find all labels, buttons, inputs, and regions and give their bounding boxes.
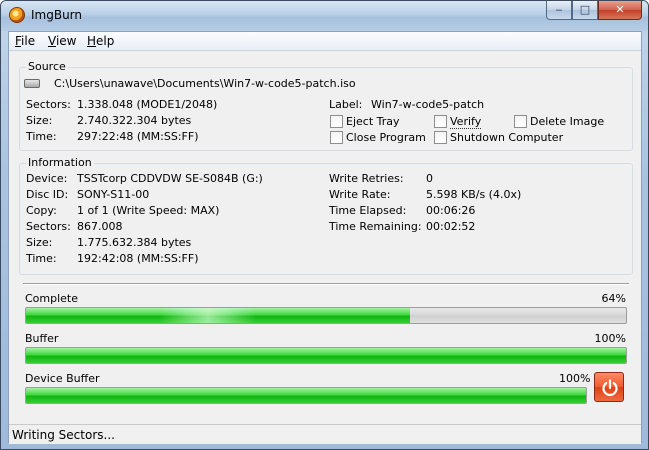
source-sectors-value: 1.338.048 (MODE1/2048) (77, 98, 218, 111)
close-program-checkbox[interactable] (330, 131, 343, 144)
imgburn-icon[interactable] (9, 7, 25, 23)
imgburn-window: ImgBurn ‒ □ ✕ File View Help Source C:\U… (0, 0, 649, 450)
client-area: File View Help Source C:\Users\unawave\D… (8, 31, 642, 444)
close-button[interactable]: ✕ (598, 1, 642, 20)
source-group-title: Source (26, 60, 68, 73)
disc-id-label: Disc ID: (26, 188, 69, 201)
shutdown-computer-label[interactable]: Shutdown Computer (450, 131, 563, 144)
time-remaining-value: 00:02:52 (426, 220, 476, 233)
info-time-label: Time: (26, 252, 57, 265)
window-title: ImgBurn (31, 8, 83, 22)
minimize-button[interactable]: ‒ (546, 1, 572, 20)
eject-tray-label[interactable]: Eject Tray (346, 115, 400, 128)
title-bar[interactable]: ImgBurn ‒ □ ✕ (1, 1, 648, 31)
optical-drive-icon (24, 79, 40, 88)
source-size-value: 2.740.322.304 bytes (77, 114, 192, 127)
abort-power-button[interactable] (594, 372, 624, 402)
info-sectors-label: Sectors: (26, 220, 71, 233)
buffer-percent: 100% (594, 332, 626, 345)
delete-image-label[interactable]: Delete Image (530, 115, 604, 128)
menu-view-label: iew (55, 34, 77, 48)
verify-checkbox[interactable] (434, 115, 447, 128)
device-buffer-progress-bar (25, 387, 587, 404)
verify-label[interactable]: Verify (450, 115, 482, 129)
write-retries-label: Write Retries: (329, 172, 404, 185)
complete-percent: 64% (601, 292, 626, 305)
copy-value: 1 of 1 (Write Speed: MAX) (77, 204, 220, 217)
complete-progress-bar (25, 307, 627, 324)
info-time-value: 192:42:08 (MM:SS:FF) (77, 252, 199, 265)
source-path: C:\Users\unawave\Documents\Win7-w-code5-… (54, 77, 356, 90)
source-time-label: Time: (26, 130, 57, 143)
complete-progress-fill (26, 308, 410, 323)
information-group-title: Information (26, 156, 94, 169)
buffer-progress-bar (25, 347, 627, 364)
close-program-label[interactable]: Close Program (346, 131, 426, 144)
complete-label: Complete (25, 292, 79, 305)
menu-help[interactable]: Help (87, 34, 114, 48)
status-text: Writing Sectors... (12, 428, 115, 442)
time-elapsed-label: Time Elapsed: (329, 204, 407, 217)
progress-divider (23, 283, 629, 285)
info-sectors-value: 867.008 (77, 220, 123, 233)
write-retries-value: 0 (426, 172, 433, 185)
menu-bar: File View Help (9, 32, 641, 51)
volume-label-label: Label: (329, 98, 363, 111)
buffer-label: Buffer (25, 332, 59, 345)
device-label: Device: (26, 172, 68, 185)
disc-id-value: SONY-S11-00 (77, 188, 150, 201)
buffer-progress-fill (26, 348, 626, 363)
source-size-label: Size: (26, 114, 53, 127)
device-value: TSSTcorp CDDVDW SE-S084B (G:) (77, 172, 263, 185)
source-time-value: 297:22:48 (MM:SS:FF) (77, 130, 199, 143)
info-size-value: 1.775.632.384 bytes (77, 236, 192, 249)
eject-tray-checkbox[interactable] (330, 115, 343, 128)
power-icon (602, 379, 618, 397)
shutdown-computer-checkbox[interactable] (434, 131, 447, 144)
device-buffer-percent: 100% (559, 372, 591, 385)
source-sectors-label: Sectors: (26, 98, 71, 111)
copy-label: Copy: (26, 204, 57, 217)
menu-file-label: ile (21, 34, 36, 48)
write-rate-label: Write Rate: (329, 188, 391, 201)
device-buffer-progress-fill (26, 388, 586, 403)
source-group: Source C:\Users\unawave\Documents\Win7-w… (19, 60, 633, 151)
time-elapsed-value: 00:06:26 (426, 204, 476, 217)
volume-label-value: Win7-w-code5-patch (371, 98, 485, 111)
menu-view[interactable]: View (48, 34, 76, 48)
write-rate-value: 5.598 KB/s (4.0x) (426, 188, 522, 201)
device-buffer-label: Device Buffer (25, 372, 100, 385)
menu-view-accelerator: V (48, 34, 56, 48)
information-group: Information Device: TSSTcorp CDDVDW SE-S… (19, 156, 633, 275)
delete-image-checkbox[interactable] (514, 115, 527, 128)
caption-buttons: ‒ □ ✕ (546, 1, 642, 21)
time-remaining-label: Time Remaining: (329, 220, 422, 233)
info-size-label: Size: (26, 236, 53, 249)
maximize-button[interactable]: □ (572, 1, 598, 20)
status-bar: Writing Sectors... (9, 424, 641, 444)
menu-file[interactable]: File (15, 34, 35, 48)
menu-help-accelerator: H (87, 34, 97, 48)
menu-help-label: elp (96, 34, 115, 48)
